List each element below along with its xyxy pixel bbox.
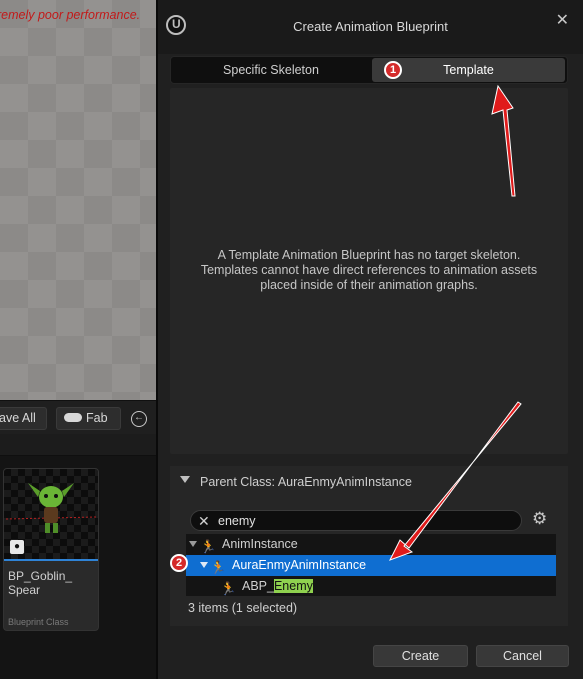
asset-thumbnail: ● xyxy=(4,469,98,561)
step-1-badge: 1 xyxy=(384,61,402,79)
goblin-thumbnail-icon xyxy=(5,483,97,533)
parent-class-label: Parent Class: AuraEnmyAnimInstance xyxy=(200,475,412,489)
parent-class-header[interactable]: Parent Class: AuraEnmyAnimInstance xyxy=(170,466,568,496)
class-tree: 🏃 AnimInstance 🏃 AuraEnmyAnimInstance 🏃 … xyxy=(186,534,556,596)
skeleton-icon: ● xyxy=(10,540,24,554)
tree-row-label: AuraEnmyAnimInstance xyxy=(232,558,367,572)
tab-specific-skeleton[interactable]: Specific Skeleton xyxy=(173,58,369,82)
cancel-button[interactable]: Cancel xyxy=(476,645,569,667)
collapse-arrow-icon[interactable] xyxy=(180,476,190,483)
label-prefix: ABP_ xyxy=(242,579,274,593)
save-all-button[interactable]: ave All xyxy=(0,407,47,430)
class-search-box[interactable]: ✕ xyxy=(190,510,522,531)
asset-name: BP_Goblin_ Spear xyxy=(8,569,73,597)
class-search-input[interactable] xyxy=(218,512,508,529)
history-back-icon[interactable]: ← xyxy=(131,411,147,427)
tree-row-selected[interactable]: 🏃 AuraEnmyAnimInstance xyxy=(186,555,556,576)
anim-class-icon: 🏃 xyxy=(200,539,217,554)
tree-row-label: AnimInstance xyxy=(222,537,298,551)
tree-row-label: ABP_Enemy xyxy=(242,576,313,597)
level-viewport[interactable]: remely poor performance. xyxy=(0,0,156,400)
anim-class-icon: 🏃 xyxy=(220,581,237,596)
template-info-panel: A Template Animation Blueprint has no ta… xyxy=(170,88,568,454)
viewport-warning-text: remely poor performance. xyxy=(0,8,141,22)
editor-toolbar: ave All Fab ← xyxy=(0,400,156,434)
dialog-title: Create Animation Blueprint xyxy=(293,19,448,34)
step-2-badge: 2 xyxy=(170,554,188,572)
expand-arrow-icon[interactable] xyxy=(189,541,197,547)
create-animation-blueprint-dialog: Create Animation Blueprint ✕ Specific Sk… xyxy=(158,0,583,679)
search-match-highlight: Enemy xyxy=(273,579,313,593)
template-description: A Template Animation Blueprint has no ta… xyxy=(200,248,538,292)
tree-row[interactable]: 🏃 AnimInstance xyxy=(186,534,556,555)
items-count: 3 items (1 selected) xyxy=(188,601,298,615)
tree-row[interactable]: 🏃 ABP_Enemy xyxy=(186,576,556,597)
asset-type-label: Blueprint Class xyxy=(8,617,69,627)
parent-class-section: Parent Class: AuraEnmyAnimInstance ✕ ⚙ 🏃… xyxy=(170,466,568,626)
save-all-label: ave All xyxy=(0,411,36,425)
fab-button[interactable]: Fab xyxy=(56,407,121,430)
content-browser-header xyxy=(0,434,156,456)
gear-icon[interactable]: ⚙ xyxy=(532,509,547,529)
create-button[interactable]: Create xyxy=(373,645,468,667)
dialog-titlebar[interactable]: Create Animation Blueprint ✕ xyxy=(158,0,583,54)
asset-tile[interactable]: ● BP_Goblin_ Spear Blueprint Class xyxy=(3,468,99,631)
tab-bar: Specific Skeleton Template xyxy=(170,56,568,84)
clear-search-icon[interactable]: ✕ xyxy=(198,512,210,530)
expand-arrow-icon[interactable] xyxy=(200,562,208,568)
fab-label: Fab xyxy=(86,411,108,425)
close-icon[interactable]: ✕ xyxy=(556,12,569,30)
fab-icon xyxy=(64,413,82,423)
anim-class-icon: 🏃 xyxy=(210,560,227,575)
